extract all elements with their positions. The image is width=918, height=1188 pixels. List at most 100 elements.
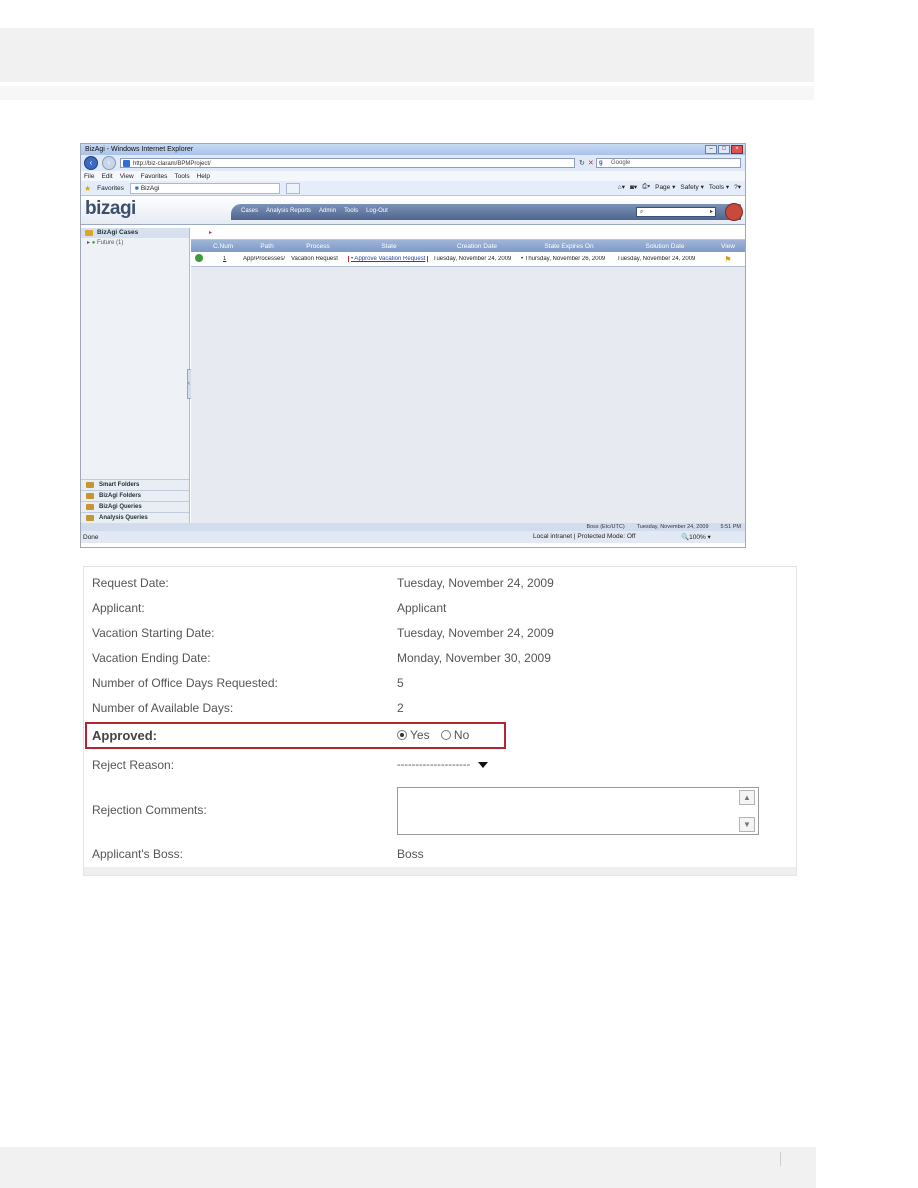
stop-icon[interactable]: ✕	[588, 159, 594, 167]
vacation-end-label: Vacation Ending Date:	[92, 651, 211, 665]
bizagi-brand-icon	[725, 203, 743, 221]
sidebar-item-bizagi-folders[interactable]: BizAgi Folders	[81, 490, 189, 501]
case-state-link[interactable]: • Approve Vacation Request	[348, 256, 429, 262]
back-arrow-icon[interactable]: ‹	[84, 156, 98, 170]
tab-label: BizAgi	[140, 184, 160, 192]
page-header-band	[0, 28, 814, 82]
help-icon[interactable]: ?▾	[734, 183, 741, 191]
cases-table-header: C.Num Path Process State Creation Date S…	[191, 240, 745, 252]
browser-tab[interactable]: ■ BizAgi	[129, 182, 280, 194]
col-view-header[interactable]: View	[713, 243, 743, 250]
address-row: ‹ › http://biz-claram/BPMProject/ ↻ ✕ g …	[81, 155, 745, 171]
address-bar[interactable]: http://biz-claram/BPMProject/	[120, 158, 575, 168]
bizagi-menu-admin[interactable]: Admin	[319, 208, 336, 214]
scroll-up-icon[interactable]: ▲	[739, 790, 755, 805]
menu-favorites[interactable]: Favorites	[141, 173, 168, 180]
bizagi-statusbar: Boss (Etc/UTC) Tuesday, November 24, 200…	[81, 523, 745, 531]
magnifier-icon: ⌕	[640, 209, 644, 215]
sidebar-item-bizagi-queries[interactable]: BizAgi Queries	[81, 501, 189, 512]
status-time: 5:51 PM	[720, 524, 741, 530]
sidebar-item-analysis-queries[interactable]: Analysis Queries	[81, 512, 189, 523]
sidebar-item-smart-folders[interactable]: Smart Folders	[81, 479, 189, 490]
rejection-comments-textarea[interactable]: ▲ ▼	[397, 787, 759, 835]
bizagi-menu-analysis-reports[interactable]: Analysis Reports	[266, 208, 311, 214]
approved-yes-label[interactable]: Yes	[410, 728, 430, 742]
zoom-level[interactable]: 🔍100% ▾	[681, 533, 711, 541]
print-icon[interactable]: ⎙▾	[642, 183, 650, 191]
menu-tools[interactable]: Tools	[174, 173, 189, 180]
bizagi-header: bizagi Cases Analysis Reports Admin Tool…	[81, 196, 745, 225]
approved-no-label[interactable]: No	[454, 728, 469, 742]
folder-icon: ●	[91, 240, 96, 246]
case-number-link[interactable]: 1	[213, 256, 243, 262]
approved-radio-group: Yes No	[397, 728, 469, 742]
approved-label: Approved:	[92, 728, 157, 743]
available-days-value: 2	[397, 701, 404, 715]
applicant-boss-value: Boss	[397, 847, 424, 861]
minimize-icon[interactable]: –	[705, 145, 717, 154]
favorites-label[interactable]: Favorites	[97, 185, 124, 192]
forward-arrow-icon[interactable]: ›	[102, 156, 116, 170]
bizagi-menu-logout[interactable]: Log-Out	[366, 208, 388, 214]
office-days-label: Number of Office Days Requested:	[92, 676, 278, 690]
col-solution-header[interactable]: Solution Date	[617, 243, 713, 250]
content-tab[interactable]: ▸	[191, 228, 745, 240]
favorites-bar: ★ Favorites ■ BizAgi ⌂▾ ◙▾ ⎙▾ Page ▾ Saf…	[81, 181, 745, 196]
maximize-icon[interactable]: □	[718, 145, 730, 154]
close-icon[interactable]: ×	[731, 145, 743, 154]
new-tab-button[interactable]	[285, 182, 300, 194]
menu-file[interactable]: File	[84, 173, 94, 180]
home-icon[interactable]: ⌂▾	[618, 183, 625, 191]
approved-no-radio[interactable]	[440, 730, 451, 740]
page-header-divider	[0, 86, 814, 100]
sidebar-item-future[interactable]: ▸ ● Future (1)	[81, 239, 189, 246]
tree-expand-icon[interactable]: ▸	[87, 240, 90, 246]
search-input[interactable]: g Google	[596, 158, 741, 168]
scroll-down-icon[interactable]: ▼	[739, 817, 755, 832]
sidebar-header-bizagi-cases[interactable]: BizAgi Cases	[81, 228, 189, 238]
cmd-safety[interactable]: Safety ▾	[680, 183, 704, 191]
menu-help[interactable]: Help	[197, 173, 210, 180]
approved-yes-radio[interactable]	[397, 730, 407, 740]
browser-title: BizAgi - Windows Internet Explorer	[85, 146, 194, 153]
feeds-icon[interactable]: ◙▾	[630, 183, 637, 191]
col-state-header[interactable]: State	[345, 243, 433, 250]
browser-window: BizAgi - Windows Internet Explorer – □ ×…	[80, 143, 746, 548]
reject-reason-value: --------------------	[397, 759, 471, 771]
page-icon	[123, 160, 130, 167]
form-bottom-divider	[84, 867, 796, 875]
search-go-icon[interactable]: ▸	[710, 208, 713, 216]
status-date: Tuesday, November 24, 2009	[636, 524, 709, 530]
bizagi-sidebar: BizAgi Cases ▸ ● Future (1) Smart Folder…	[81, 228, 190, 523]
menu-edit[interactable]: Edit	[101, 173, 112, 180]
bizagi-menu: Cases Analysis Reports Admin Tools Log-O…	[241, 208, 388, 214]
col-expires-header[interactable]: State Expires On	[521, 243, 617, 250]
browser-statusbar: Done Local intranet | Protected Mode: Of…	[81, 531, 745, 543]
request-date-label: Request Date:	[92, 576, 169, 590]
sidebar-item-future-label: Future (1)	[96, 240, 124, 246]
rejection-comments-label: Rejection Comments:	[92, 803, 207, 817]
window-controls: – □ ×	[705, 145, 743, 154]
case-process: Vacation Request	[291, 256, 338, 262]
chevron-down-icon[interactable]	[478, 762, 489, 768]
table-row[interactable]: 1 App/Processes/ Vacation Request • Appr…	[191, 252, 745, 267]
request-date-value: Tuesday, November 24, 2009	[397, 576, 554, 590]
col-creation-header[interactable]: Creation Date	[433, 243, 521, 250]
col-path-header[interactable]: Path	[243, 243, 291, 250]
status-zone: Local intranet | Protected Mode: Off	[533, 533, 636, 540]
refresh-icon[interactable]: ↻	[579, 159, 585, 167]
cmd-page[interactable]: Page ▾	[655, 183, 675, 191]
reject-reason-select[interactable]: --------------------	[397, 755, 540, 775]
status-user: Boss (Etc/UTC)	[586, 524, 625, 530]
favorites-star-icon[interactable]: ★	[84, 184, 91, 193]
tab-page-icon: ■	[134, 184, 139, 192]
bizagi-search-input[interactable]: ⌕ ▸	[636, 207, 716, 217]
view-flag-icon[interactable]: ⚑	[713, 255, 743, 264]
cmd-tools[interactable]: Tools ▾	[709, 183, 729, 191]
menu-view[interactable]: View	[120, 173, 134, 180]
bizagi-menu-cases[interactable]: Cases	[241, 208, 258, 214]
col-cnum-header[interactable]: C.Num	[213, 243, 243, 250]
bizagi-menu-tools[interactable]: Tools	[344, 208, 358, 214]
address-url: http://biz-claram/BPMProject/	[133, 161, 211, 167]
col-process-header[interactable]: Process	[291, 243, 345, 250]
